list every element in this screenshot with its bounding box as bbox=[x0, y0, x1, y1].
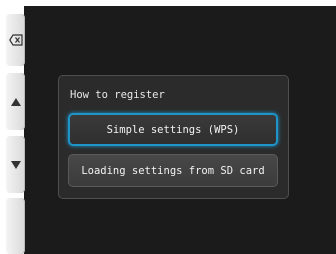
down-button[interactable] bbox=[6, 136, 25, 193]
sd-card-option-label: Loading settings from SD card bbox=[81, 164, 265, 177]
triangle-up-icon bbox=[10, 97, 21, 106]
wps-option-label: Simple settings (WPS) bbox=[106, 123, 240, 136]
blank-side-button[interactable] bbox=[6, 198, 25, 254]
register-method-dialog: How to register Simple settings (WPS) Lo… bbox=[58, 75, 289, 199]
back-button[interactable] bbox=[6, 14, 25, 66]
triangle-down-icon bbox=[10, 160, 21, 169]
up-button[interactable] bbox=[6, 73, 25, 130]
backspace-icon bbox=[8, 34, 23, 46]
sd-card-option-button[interactable]: Loading settings from SD card bbox=[68, 154, 278, 187]
wps-option-button[interactable]: Simple settings (WPS) bbox=[68, 113, 278, 146]
dialog-title: How to register bbox=[70, 89, 165, 101]
device-screen: How to register Simple settings (WPS) Lo… bbox=[0, 0, 336, 254]
